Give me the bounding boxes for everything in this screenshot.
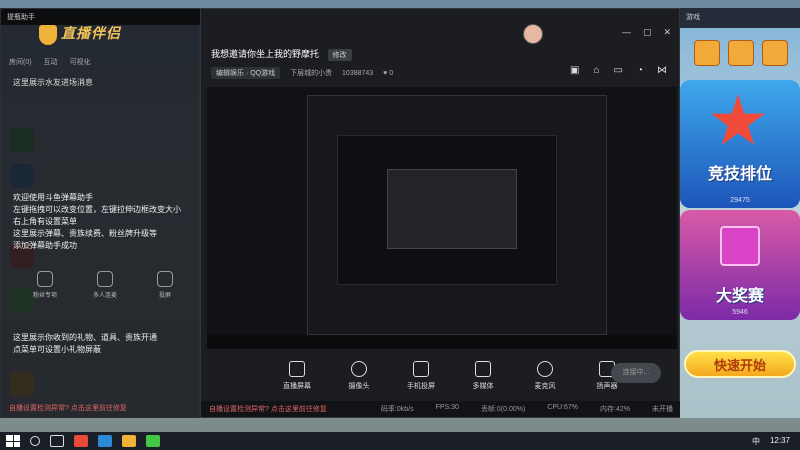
share-icon[interactable]: ⋈: [657, 65, 667, 76]
grand-prix-card[interactable]: 大奖赛 5946: [680, 210, 800, 320]
fans-icon: [37, 271, 53, 287]
avatar[interactable]: [523, 24, 543, 44]
stat-fps: FPS:30: [435, 404, 459, 411]
ranked-mode-card[interactable]: 竞技排位 29475: [680, 80, 800, 208]
stream-title: 我想邀请你坐上我的野摩托 修改: [211, 47, 352, 61]
monitor-icon: [289, 361, 305, 377]
ranked-count: 29475: [730, 197, 750, 204]
stat-live: 未开播: [652, 406, 673, 413]
stat-drop: 丢帧:0(0.00%): [480, 406, 526, 413]
tool-cast[interactable]: 投屏: [135, 271, 195, 299]
recursive-preview: [387, 169, 517, 249]
more-icon[interactable]: [762, 40, 788, 66]
preview-taskbar: [207, 335, 677, 349]
taskbar: 中 12:37: [0, 432, 800, 450]
maximize-icon[interactable]: ▢: [643, 27, 652, 38]
minimize-icon[interactable]: —: [622, 27, 631, 38]
bell-icon[interactable]: ◔: [637, 65, 643, 76]
status-bar: 自播设置检测异常? 点击这里前往修复 码率:0kb/s FPS:30 丢帧:0(…: [201, 401, 681, 417]
taskbar-app-icon[interactable]: [122, 435, 136, 447]
tab-visual[interactable]: 可视化: [70, 57, 91, 71]
taskview-icon[interactable]: [50, 435, 64, 447]
helper-warning[interactable]: 自播设置检测异常? 点击这里前往修复: [9, 403, 127, 413]
toolbar-camera-button[interactable]: 摄像头: [339, 361, 379, 391]
tab-room[interactable]: 房间(0): [9, 57, 32, 71]
edit-title-button[interactable]: 修改: [327, 49, 352, 61]
start-stream-button[interactable]: 连接中...: [611, 363, 661, 383]
search-icon[interactable]: [30, 436, 40, 446]
system-tray: 中 12:37: [752, 436, 800, 447]
danmu-list: 欢迎使用斗鱼弹幕助手 左键拖拽可以改变位置，左键拉伸边框改变大小 右上角有设置菜…: [13, 192, 193, 252]
shield-logo-icon: [39, 25, 57, 45]
preview-canvas[interactable]: [207, 87, 677, 349]
taskbar-app-icon[interactable]: [74, 435, 88, 447]
stat-mem: 内存:42%: [600, 406, 630, 413]
tool-mic[interactable]: 多人连麦: [75, 271, 135, 299]
quick-start-button[interactable]: 快速开始: [684, 350, 796, 378]
danmu-helper-panel[interactable]: 提瓶助手 直播伴侣 房间(0) 互动 可视化 这里展示水友进场消息 欢迎使用斗鱼…: [0, 8, 201, 418]
toolbar-screen-button[interactable]: 直播屏幕: [277, 361, 317, 391]
window-controls: — ▢ ✕: [622, 27, 671, 38]
ranked-label: 竞技排位: [707, 166, 772, 183]
streamer-main-window: — ▢ ✕ 我想邀请你坐上我的野摩托 修改 编辑娱乐 · QQ游戏 下层城的小贵…: [200, 8, 681, 418]
screen-icon[interactable]: ▭: [614, 65, 623, 76]
grand-prix-label: 大奖赛: [715, 288, 764, 305]
category-chip[interactable]: 编辑娱乐 · QQ游戏: [211, 67, 281, 79]
level-label: 下层城的小贵: [290, 70, 333, 77]
taskbar-app-icon[interactable]: [146, 435, 160, 447]
stat-bitrate: 码率:0kb/s: [380, 406, 414, 413]
camera-icon: [351, 361, 367, 377]
star-icon: [711, 94, 765, 145]
status-warning[interactable]: 自播设置检测异常? 点击这里前往修复: [209, 404, 327, 414]
game-window: 游戏 竞技排位 29475 大奖赛 5946 快速开始: [680, 8, 800, 418]
stream-info: 编辑娱乐 · QQ游戏 下层城的小贵 10388743 ♥ 0: [211, 67, 393, 79]
list-item: 右上角有设置菜单: [13, 217, 77, 226]
list-item: 添加弹幕助手成功: [13, 241, 77, 250]
clock[interactable]: 12:37: [770, 436, 790, 447]
toolbar-mic-button[interactable]: 麦克风: [525, 361, 565, 391]
game-menu-icon[interactable]: [694, 40, 720, 66]
mail-icon[interactable]: [728, 40, 754, 66]
stat-cpu: CPU:67%: [547, 404, 579, 411]
media-icon: [475, 361, 491, 377]
gift-box-icon: [720, 226, 760, 266]
taskbar-app-icon[interactable]: [98, 435, 112, 447]
entry-message: 这里展示水友进场消息: [13, 78, 93, 87]
language-indicator[interactable]: 中: [752, 436, 760, 447]
multi-mic-icon: [97, 271, 113, 287]
gift-icon[interactable]: ▣: [570, 65, 579, 76]
list-item: 左键拖拽可以改变位置，左键拉伸边框改变大小: [13, 205, 181, 214]
helper-tool-grid: 粉丝专项 多人连麦 投屏: [15, 271, 195, 299]
cast-icon: [157, 271, 173, 287]
gift-message: 这里展示你收到的礼物、道具、贵族开通 点菜单可设置小礼物屏蔽: [13, 333, 157, 354]
toolbar-media-button[interactable]: 多媒体: [463, 361, 503, 391]
lock-icon[interactable]: ⌂: [593, 65, 599, 76]
game-titlebar: 游戏: [680, 8, 800, 28]
header-icons: ▣ ⌂ ▭ ◔ ⋈: [570, 65, 667, 76]
tool-fans[interactable]: 粉丝专项: [15, 271, 75, 299]
helper-tabs: 房间(0) 互动 可视化: [9, 57, 195, 71]
tab-interact[interactable]: 互动: [44, 57, 58, 71]
like-count: 0: [389, 70, 394, 77]
list-item: 这里展示弹幕、贵族续费、粉丝牌升级等: [13, 229, 157, 238]
phone-icon: [413, 361, 429, 377]
windows-start-icon[interactable]: [6, 435, 20, 447]
grand-prix-count: 5946: [732, 309, 748, 316]
mic-icon: [537, 361, 553, 377]
toolbar-phone-button[interactable]: 手机投屏: [401, 361, 441, 391]
like-icon: ♥: [383, 70, 388, 77]
source-toolbar: 直播屏幕 摄像头 手机投屏 多媒体 麦克风 扬声器: [277, 361, 627, 391]
helper-logo: 直播伴侣: [61, 25, 121, 41]
room-id: 10388743: [342, 70, 374, 77]
close-icon[interactable]: ✕: [663, 27, 671, 38]
list-item: 欢迎使用斗鱼弹幕助手: [13, 193, 93, 202]
